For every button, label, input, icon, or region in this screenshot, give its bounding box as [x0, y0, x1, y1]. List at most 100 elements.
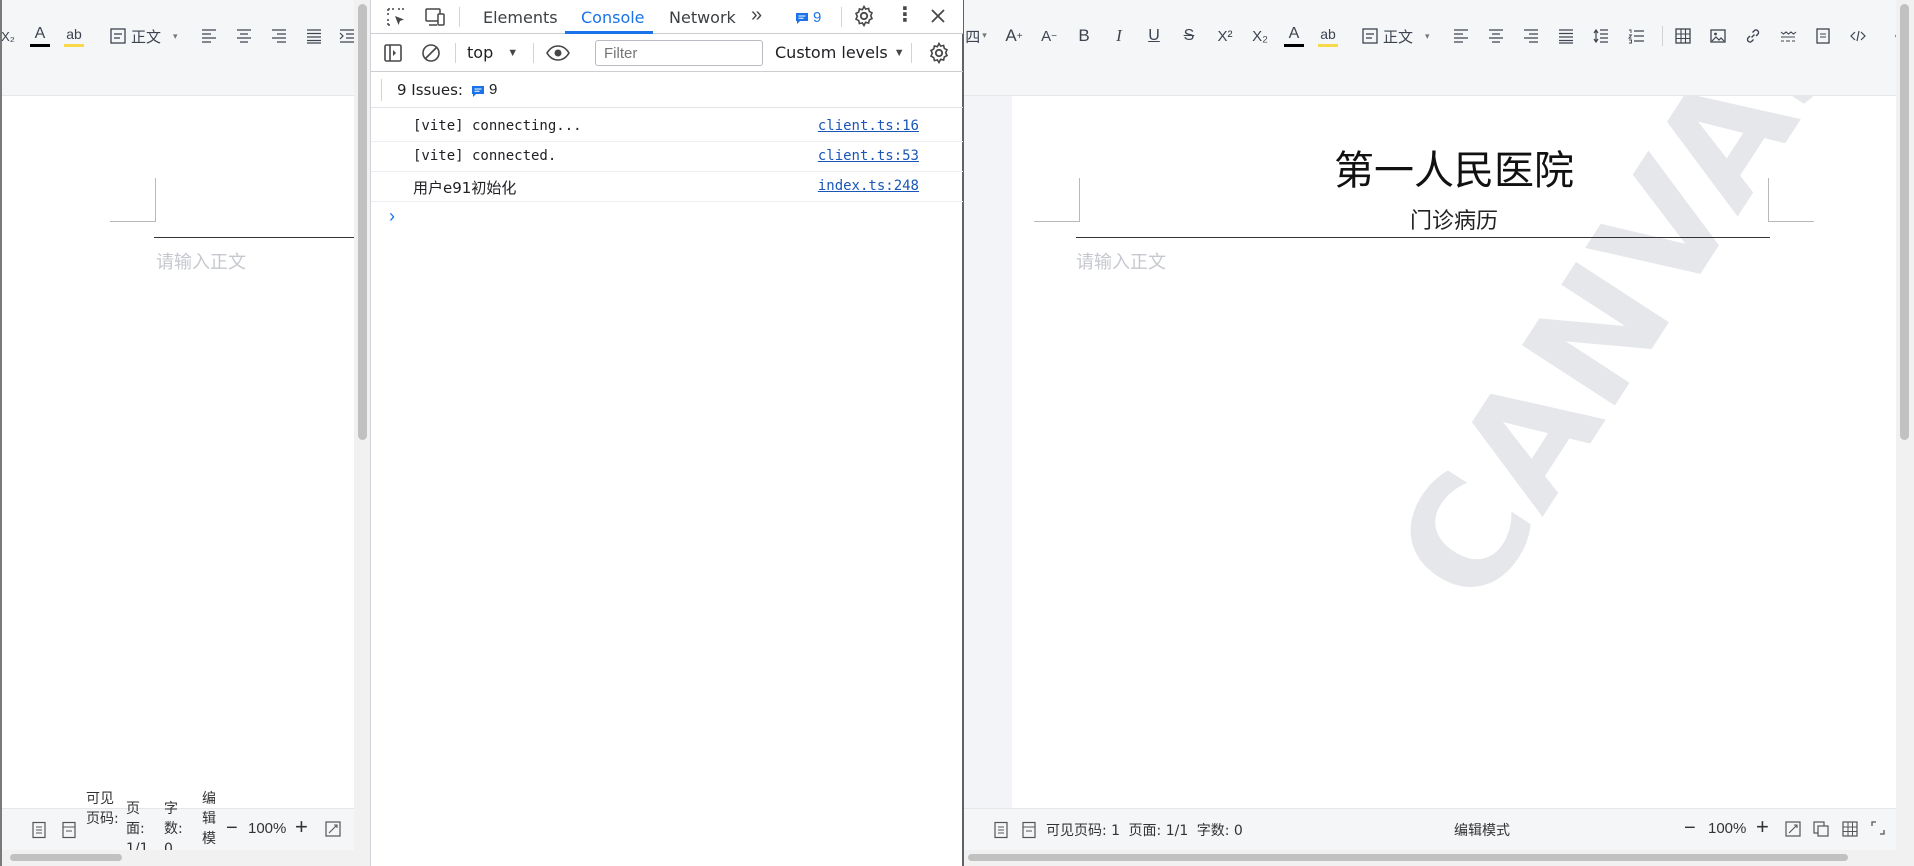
log-levels-select[interactable]: Custom levels ▼	[775, 43, 905, 62]
live-expression-eye-icon[interactable]	[545, 43, 571, 63]
chevron-down-icon: ▾	[1425, 30, 1430, 41]
settings-gear-icon[interactable]	[852, 4, 876, 28]
table-icon	[1675, 28, 1691, 44]
page-break-button[interactable]	[1812, 22, 1834, 50]
code-block-button[interactable]	[1847, 22, 1869, 50]
align-center-button[interactable]	[1485, 22, 1507, 50]
left-hscroll-thumb[interactable]	[10, 854, 122, 861]
page-info-label: 页面: 1/1	[126, 801, 149, 851]
footer-status: 可见页码: 1 页面: 1/1 字数: 0	[1046, 820, 1243, 840]
fit-page-icon[interactable]	[1784, 820, 1802, 838]
align-right-icon	[1524, 29, 1538, 43]
highlight-button[interactable]: ab	[1316, 22, 1340, 50]
subscript-button[interactable]: X₂	[1, 22, 15, 50]
title-style-icon	[1362, 28, 1378, 44]
align-center-button[interactable]	[233, 22, 255, 50]
page-mode-icon[interactable]	[30, 821, 48, 839]
mode-label[interactable]: 编辑模	[202, 789, 220, 849]
word-count-label: 字数:	[1196, 823, 1230, 839]
grid-view-icon[interactable]	[1841, 820, 1859, 838]
issue-message-icon	[796, 12, 808, 24]
tab-network[interactable]: Network	[669, 8, 736, 27]
subscript-button[interactable]: X₂	[1247, 22, 1273, 50]
strikethrough-button[interactable]: S	[1177, 22, 1201, 50]
justify-icon	[307, 29, 321, 44]
device-toolbar-icon[interactable]	[423, 6, 447, 28]
console-toolbar-separator-3	[911, 43, 912, 63]
clear-console-icon[interactable]	[421, 43, 441, 63]
right-scrollbar-thumb[interactable]	[1900, 4, 1909, 440]
right-page-background: CANVAS-EDITOR 第一人民医院 门诊病历 请输入正文	[964, 96, 1896, 808]
left-page-background: 请输入正文	[2, 96, 354, 808]
zoom-out-button[interactable]: −	[226, 818, 238, 838]
justify-button[interactable]	[1555, 22, 1577, 50]
highlight-button[interactable]: ab	[62, 22, 86, 50]
zoom-level[interactable]: 100%	[1708, 820, 1746, 837]
left-scrollbar-thumb[interactable]	[358, 4, 367, 440]
more-options-icon[interactable]: ⋮	[895, 5, 915, 25]
subscript-icon: X₂	[1, 28, 15, 44]
hyperlink-button[interactable]	[1742, 22, 1764, 50]
line-spacing-button[interactable]	[1590, 22, 1612, 50]
page-mode-icon[interactable]	[992, 821, 1010, 839]
line-spacing-icon	[1593, 28, 1608, 44]
separator-button[interactable]	[1777, 22, 1799, 50]
console-message-source-link[interactable]: client.ts:53	[818, 148, 919, 164]
underline-button[interactable]: U	[1142, 22, 1166, 50]
paper-size-icon[interactable]	[1020, 821, 1038, 839]
editor-body-placeholder[interactable]: 请输入正文	[1076, 248, 1166, 274]
bold-button[interactable]: B	[1072, 22, 1096, 50]
decrease-font-button[interactable]: A −	[1037, 22, 1061, 50]
fit-page-icon[interactable]	[324, 820, 342, 838]
inspect-element-icon[interactable]	[385, 6, 407, 28]
context-selector[interactable]: top ▼	[467, 43, 518, 62]
right-hscroll-thumb[interactable]	[968, 854, 1848, 861]
console-message-source-link[interactable]: client.ts:16	[818, 118, 919, 134]
console-settings-gear-icon[interactable]	[927, 41, 951, 65]
console-prompt[interactable]: ›	[371, 206, 963, 232]
list-button[interactable]	[1625, 22, 1647, 50]
justify-button[interactable]	[303, 22, 325, 50]
image-button[interactable]	[1707, 22, 1729, 50]
close-devtools-icon[interactable]	[929, 7, 947, 25]
zoom-in-button[interactable]: +	[1756, 816, 1769, 838]
console-filter-input[interactable]	[595, 40, 763, 66]
sidebar-toggle-icon[interactable]	[383, 43, 403, 63]
align-right-button[interactable]	[268, 22, 290, 50]
paper-size-icon[interactable]	[60, 821, 78, 839]
align-left-button[interactable]	[1450, 22, 1472, 50]
header-divider-line	[1076, 237, 1770, 238]
copy-pages-icon[interactable]	[1812, 820, 1830, 838]
italic-button[interactable]: I	[1107, 22, 1131, 50]
fullscreen-icon[interactable]	[1870, 820, 1886, 836]
document-header-subtitle[interactable]: 门诊病历	[1012, 203, 1896, 235]
title-style-select[interactable]: 正文 ▾	[109, 22, 187, 50]
tab-console[interactable]: Console	[581, 8, 645, 27]
align-left-button[interactable]	[198, 22, 220, 50]
align-right-button[interactable]	[1520, 22, 1542, 50]
console-message-source-link[interactable]: index.ts:248	[818, 178, 919, 194]
document-header-title[interactable]: 第一人民医院	[1012, 138, 1896, 196]
right-horizontal-scrollbar[interactable]	[964, 850, 1896, 866]
zoom-in-button[interactable]: +	[295, 816, 308, 838]
left-editor-placeholder[interactable]: 请输入正文	[156, 248, 246, 274]
font-color-button[interactable]: A	[1282, 22, 1306, 50]
tab-elements[interactable]: Elements	[483, 8, 558, 27]
align-center-icon	[1489, 29, 1503, 43]
issues-badge[interactable]: 9	[795, 9, 821, 26]
zoom-level[interactable]: 100%	[248, 820, 286, 837]
font-color-button[interactable]: A	[28, 22, 52, 50]
font-size-select[interactable]: 四 ▾	[964, 22, 988, 50]
align-center-icon	[237, 29, 251, 43]
visible-pages-value: 1	[1111, 823, 1121, 839]
zoom-out-button[interactable]: −	[1684, 818, 1696, 838]
more-tabs-icon[interactable]: »	[751, 4, 762, 27]
left-horizontal-scrollbar[interactable]	[2, 850, 354, 866]
table-button[interactable]	[1672, 22, 1694, 50]
increase-font-button[interactable]: A +	[1002, 22, 1026, 50]
right-vertical-scrollbar[interactable]	[1896, 0, 1914, 866]
issues-bar[interactable]: 9 Issues: 9	[371, 72, 963, 108]
superscript-button[interactable]: X²	[1212, 22, 1238, 50]
title-style-select[interactable]: 正文 ▾	[1361, 22, 1439, 50]
edit-mode-label[interactable]: 编辑模式	[1454, 820, 1510, 840]
